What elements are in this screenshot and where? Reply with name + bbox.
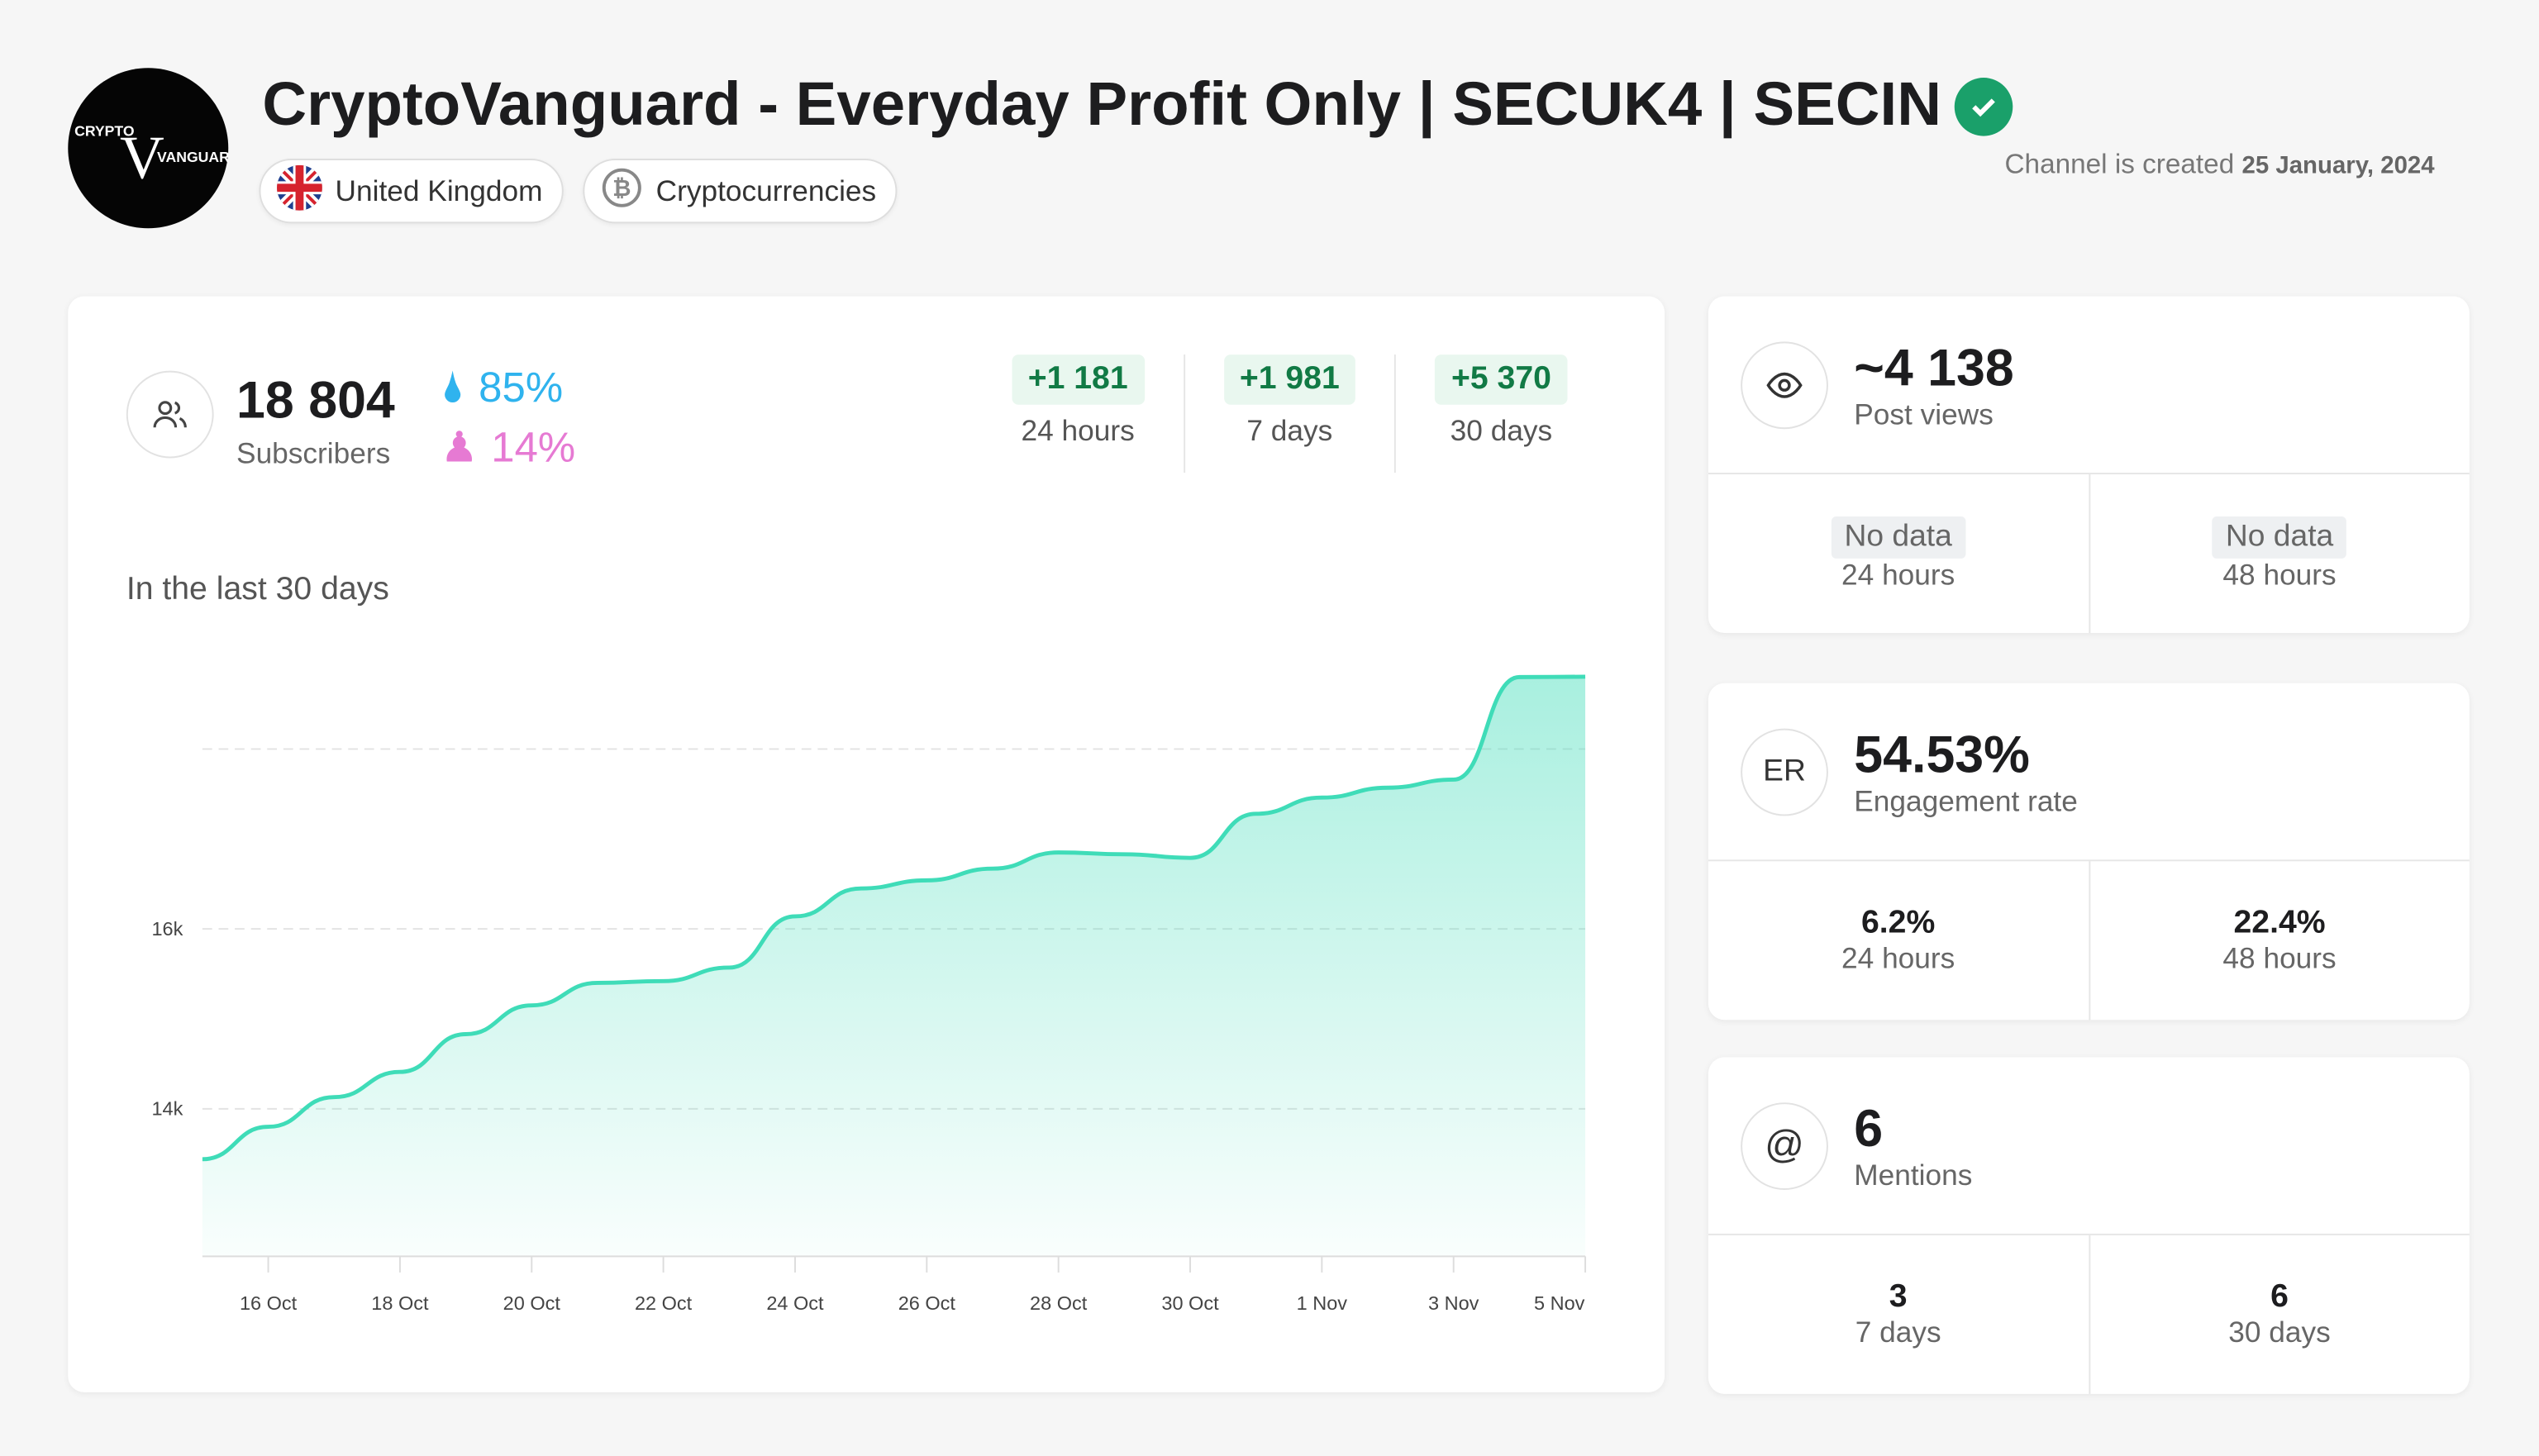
channel-title: CryptoVanguard - Everyday Profit Only | …	[262, 71, 2013, 140]
category-chip[interactable]: ₿ Cryptocurrencies	[583, 159, 898, 224]
x-tick-label: 18 Oct	[371, 1292, 429, 1314]
x-tick-label: 5 Nov	[1534, 1292, 1585, 1314]
x-tick-label: 20 Oct	[503, 1292, 561, 1314]
x-tick-label: 24 Oct	[766, 1292, 824, 1314]
svg-text:₿: ₿	[612, 174, 631, 200]
chart-area	[202, 676, 1586, 1257]
subscribers-chart[interactable]: 14k 16k 16 Oct 18 Oct 20 Oct 22 Oct 24 Oct 26 O…	[68, 297, 1665, 1392]
bitcoin-icon: ₿	[601, 166, 643, 216]
svg-text:VANGUARD: VANGUARD	[157, 149, 228, 165]
x-tick-label: 30 Oct	[1161, 1292, 1219, 1314]
mentions-card: @ 6 Mentions 37 days 6 30 days	[1708, 1057, 2470, 1394]
x-tick-label: 3 Nov	[1428, 1292, 1479, 1314]
country-chip[interactable]: United Kingdom	[259, 159, 564, 224]
subscribers-card: 18 804 Subscribers 🌢︎ 85% ♟︎ 14% +1 181 24 h…	[68, 296, 1665, 1392]
created-date: Channel is created 25 January, 2024	[2004, 149, 2435, 180]
y-tick-label: 16k	[151, 918, 183, 940]
x-tick-label: 1 Nov	[1297, 1292, 1348, 1314]
x-tick-label: 28 Oct	[1030, 1292, 1088, 1314]
x-tick-label: 22 Oct	[635, 1292, 693, 1314]
eye-icon	[1741, 340, 1828, 429]
channel-avatar: CRYPTOVVANGUARD	[68, 68, 229, 229]
er-icon: ER	[1741, 727, 1828, 816]
engagement-card: ER 54.53% Engagement rate 6.2% 24 hours 22…	[1708, 683, 2470, 1021]
post-views-card: ~4 138 Post views No data 24 hours No data…	[1708, 296, 2470, 634]
at-icon: @	[1741, 1102, 1828, 1190]
y-tick-label: 14k	[151, 1098, 183, 1120]
verified-check-icon	[1954, 77, 2013, 136]
channel-logo: CRYPTOVVANGUARD	[74, 123, 228, 193]
x-tick-label: 26 Oct	[898, 1292, 956, 1314]
x-tick-label: 16 Oct	[240, 1292, 298, 1314]
uk-flag-icon	[277, 164, 322, 218]
